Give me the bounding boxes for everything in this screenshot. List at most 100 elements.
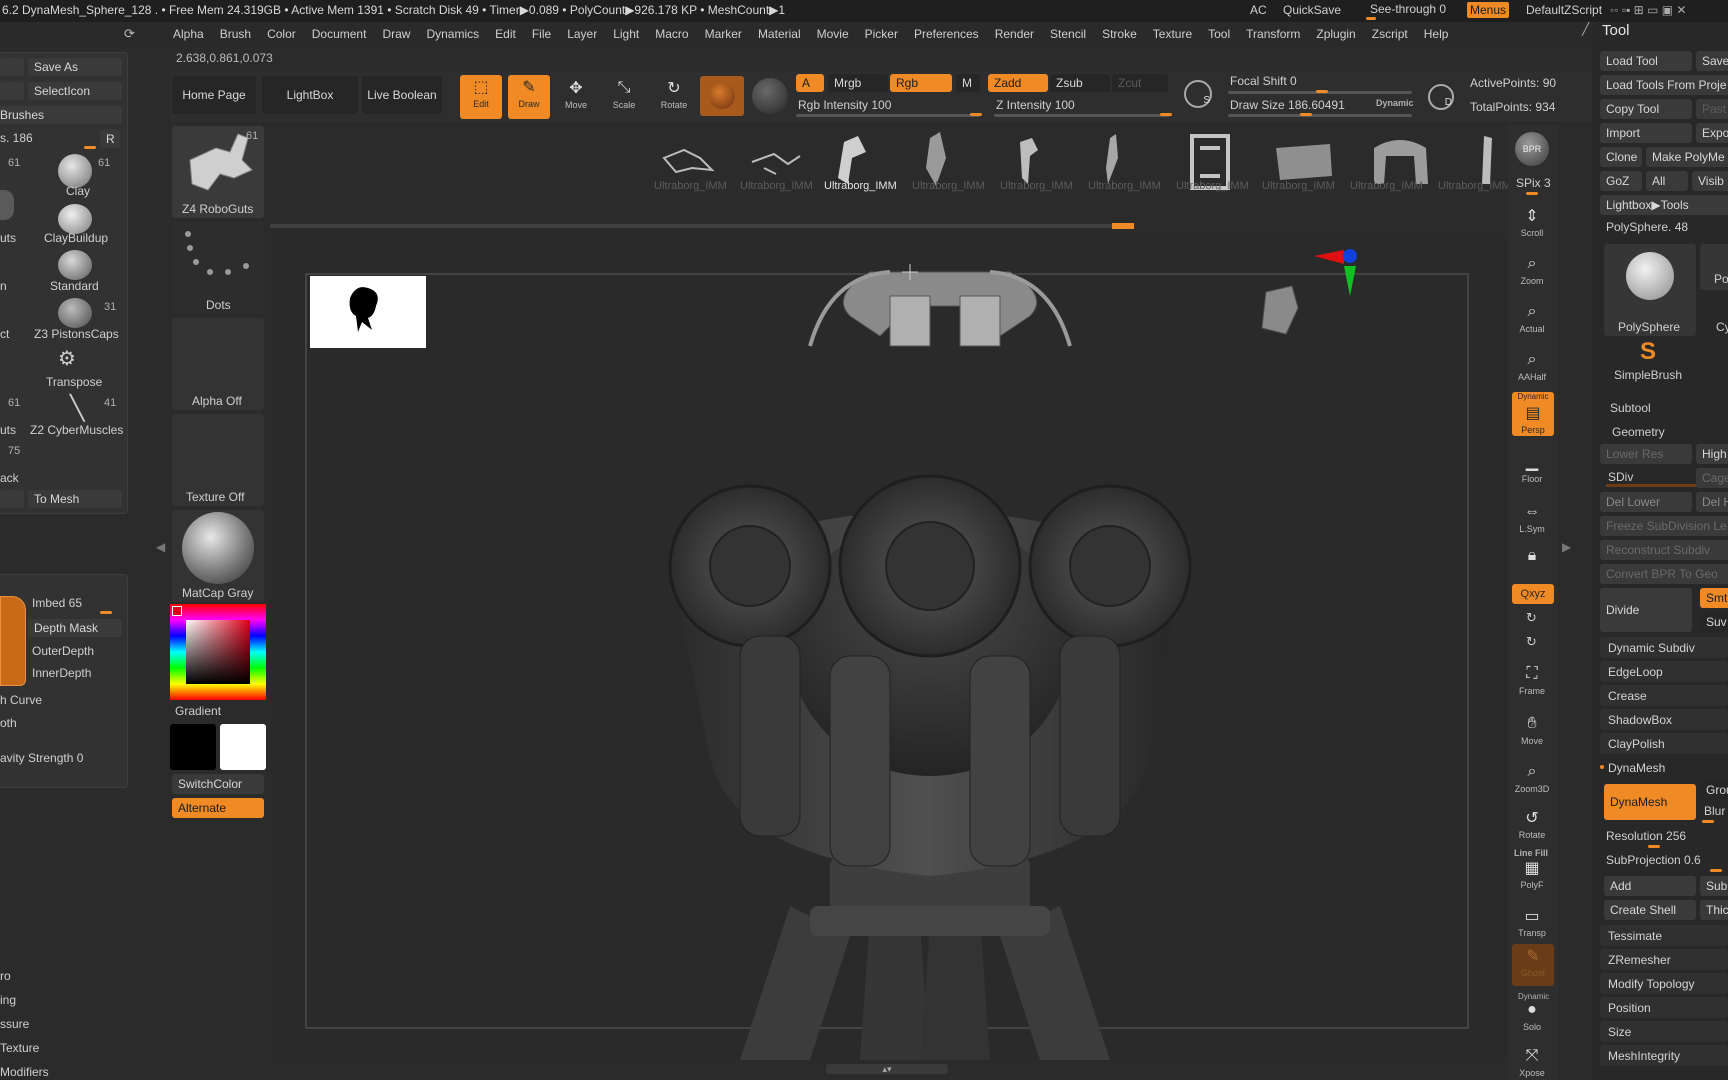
menu-alpha[interactable]: Alpha — [173, 27, 204, 41]
edgeloop-header[interactable]: EdgeLoop — [1600, 661, 1728, 682]
freeze-subdivision-button[interactable]: Freeze SubDivision Le — [1600, 516, 1728, 536]
import-button[interactable]: Import — [1600, 123, 1692, 143]
secondary-tool-slot[interactable]: Po — [1700, 244, 1728, 290]
lower-res-button[interactable]: Lower Res — [1600, 444, 1692, 464]
del-lower-button[interactable]: Del Lower — [1600, 492, 1692, 512]
cylinder-tool-label[interactable]: Cy — [1716, 320, 1728, 334]
zoom3d-button[interactable]: ⌕ Zoom3D — [1512, 760, 1552, 794]
see-through-slider[interactable]: See-through 0 — [1370, 2, 1446, 16]
export-button[interactable]: Expo — [1696, 123, 1728, 143]
brush-thumb-label-selected[interactable]: Ultraborg_IMM — [824, 180, 897, 192]
suv-toggle[interactable]: Suv — [1700, 612, 1728, 632]
higher-res-button[interactable]: High — [1696, 444, 1728, 464]
edit-button[interactable]: ⬚ Edit — [460, 75, 502, 119]
dynamic-toggle[interactable]: Dynamic — [1376, 98, 1414, 108]
goz-all-button[interactable]: All — [1646, 171, 1688, 191]
menu-document[interactable]: Document — [312, 27, 367, 41]
color-picker[interactable] — [170, 604, 266, 700]
brush-thumb-label-9[interactable]: Ultraborg_IMM — [1350, 180, 1423, 192]
a-toggle[interactable]: A — [796, 74, 824, 92]
brush-thumb-label-4[interactable]: Ultraborg_IMM — [912, 180, 985, 192]
rotate-y-icon[interactable]: ↻ — [1526, 610, 1537, 626]
inner-depth-slider[interactable]: InnerDepth — [32, 666, 91, 680]
depth-mask-button[interactable]: Depth Mask — [28, 619, 122, 637]
scale-button[interactable]: ⤡ Scale — [604, 76, 644, 110]
move-view-button[interactable]: ✋︎ Move — [1512, 712, 1552, 746]
left-brush-thumb-1[interactable] — [0, 190, 14, 220]
focal-shift-slider[interactable]: Focal Shift 0 — [1230, 74, 1297, 88]
left-bottom-item-3[interactable]: ssure — [0, 1017, 29, 1031]
dynamesh-header[interactable]: DynaMesh — [1600, 757, 1728, 778]
resolution-slider[interactable]: Resolution 256 — [1606, 829, 1686, 843]
stroke-slot[interactable]: Dots — [172, 222, 264, 314]
rotate-z-icon[interactable]: ↻ — [1526, 634, 1537, 650]
depth-curve-label[interactable]: h Curve — [0, 693, 42, 707]
menu-picker[interactable]: Picker — [865, 27, 898, 41]
window-controls-icon[interactable]: ◦◦ ▫▪ ⊞ ▭ ▣ ✕ — [1610, 3, 1686, 17]
left-bottom-item-5[interactable]: Modifiers — [0, 1065, 49, 1079]
material-sphere-button[interactable] — [700, 76, 744, 116]
canvas-scroll-arrows[interactable]: ▴▾ — [826, 1064, 948, 1074]
brush-thumb-label-2[interactable]: Ultraborg_IMM — [740, 180, 813, 192]
simplebrush-tool-slot[interactable]: S SimpleBrush — [1604, 338, 1696, 384]
menu-stencil[interactable]: Stencil — [1050, 27, 1086, 41]
brush-size-slider[interactable]: s. 186 — [0, 131, 33, 145]
sdiv-slider[interactable]: SDiv — [1608, 470, 1633, 484]
color-sphere-button[interactable] — [752, 78, 788, 114]
goz-visible-button[interactable]: Visib — [1692, 171, 1728, 191]
polysphere-slider[interactable]: PolySphere. 48 — [1606, 220, 1688, 234]
menus-button[interactable]: Menus — [1467, 2, 1510, 18]
frame-button[interactable]: ⛶ Frame — [1512, 662, 1552, 696]
select-icon-button[interactable]: SelectIcon — [28, 82, 122, 100]
scroll-button[interactable]: ⇕ Scroll — [1512, 204, 1552, 238]
quicksave-button[interactable]: QuickSave — [1283, 3, 1341, 17]
switch-color-button[interactable]: SwitchColor — [172, 774, 264, 794]
brush-thumb-label-6[interactable]: Ultraborg_IMM — [1088, 180, 1161, 192]
menu-material[interactable]: Material — [758, 27, 801, 41]
move-button[interactable]: ✥ Move — [556, 76, 596, 110]
gravity-strength-slider[interactable]: avity Strength 0 — [0, 751, 83, 765]
ac-indicator[interactable]: AC — [1250, 3, 1267, 17]
d-dot-icon[interactable]: D — [1428, 84, 1454, 110]
qxyz-button[interactable]: Qxyz — [1512, 584, 1554, 604]
draw-button[interactable]: ✎ Draw — [508, 75, 550, 119]
make-polymesh-button[interactable]: Make PolyMe — [1646, 147, 1728, 167]
menu-help[interactable]: Help — [1424, 27, 1449, 41]
polysphere-tool-slot[interactable]: PolySphere — [1604, 244, 1696, 336]
rgb-toggle[interactable]: Rgb — [890, 74, 952, 92]
copy-tool-button[interactable]: Copy Tool — [1600, 99, 1692, 119]
r-button[interactable]: R — [100, 130, 120, 148]
menu-zscript[interactable]: Zscript — [1372, 27, 1408, 41]
cage-button[interactable]: Cage — [1696, 468, 1728, 488]
right-collapse-arrow[interactable]: ▶ — [1562, 540, 1571, 554]
brush-strip-scrollbar[interactable] — [270, 223, 1134, 229]
tool-panel-handle-icon[interactable]: ╱ — [1582, 22, 1589, 36]
groups-toggle[interactable]: Grou — [1700, 780, 1728, 800]
rgb-intensity-slider[interactable]: Rgb Intensity 100 — [798, 98, 891, 112]
smt-toggle[interactable]: Smt — [1700, 588, 1728, 608]
to-mesh-button[interactable]: To Mesh — [28, 490, 122, 508]
del-higher-button[interactable]: Del H — [1696, 492, 1728, 512]
load-tools-from-project-button[interactable]: Load Tools From Proje — [1600, 75, 1728, 95]
refresh-icon[interactable]: ⟳ — [124, 26, 135, 42]
position-header[interactable]: Position — [1600, 997, 1728, 1018]
current-tool-slot[interactable]: 61 Z4 RoboGuts — [172, 126, 264, 218]
blur-slider[interactable]: Blur — [1704, 804, 1725, 818]
floor-button[interactable]: ▁ Floor — [1512, 450, 1552, 484]
menu-preferences[interactable]: Preferences — [914, 27, 979, 41]
zoom-button[interactable]: ⌕ Zoom — [1512, 252, 1552, 286]
live-boolean-button[interactable]: Live Boolean — [362, 76, 442, 114]
menu-edit[interactable]: Edit — [495, 27, 516, 41]
menu-layer[interactable]: Layer — [567, 27, 597, 41]
tessimate-header[interactable]: Tessimate — [1600, 925, 1728, 946]
zcut-toggle[interactable]: Zcut — [1112, 74, 1168, 92]
menu-stroke[interactable]: Stroke — [1102, 27, 1137, 41]
dynamesh-button[interactable]: DynaMesh — [1604, 784, 1696, 820]
left-small-button-1[interactable] — [0, 58, 24, 76]
meshintegrity-header[interactable]: MeshIntegrity — [1600, 1045, 1728, 1066]
brush-thumb-label-1[interactable]: Ultraborg_IMM — [654, 180, 727, 192]
viewport-document[interactable] — [270, 236, 1506, 1060]
zadd-toggle[interactable]: Zadd — [988, 74, 1048, 92]
divide-button[interactable]: Divide — [1600, 588, 1692, 632]
outer-depth-slider[interactable]: OuterDepth — [32, 644, 94, 658]
